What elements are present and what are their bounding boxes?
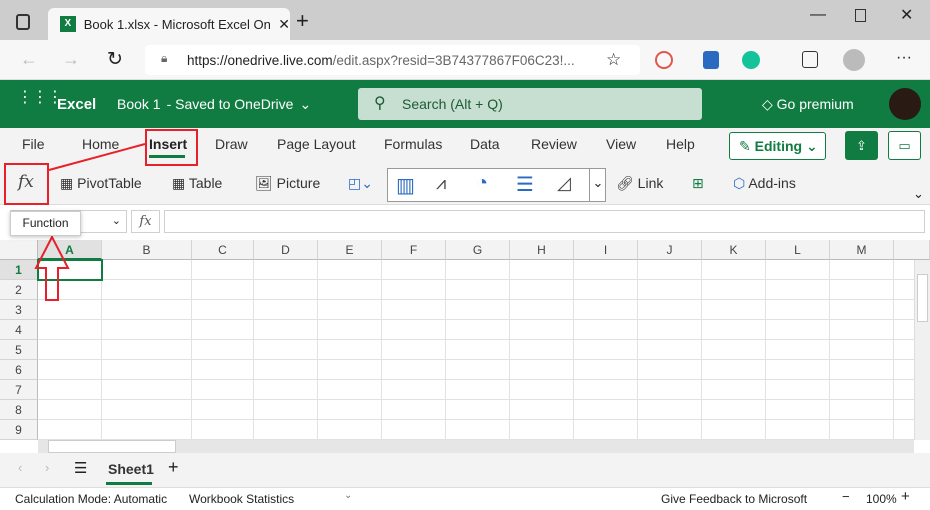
annotation-arrows [34,143,146,301]
function-tooltip: Function [10,211,81,236]
